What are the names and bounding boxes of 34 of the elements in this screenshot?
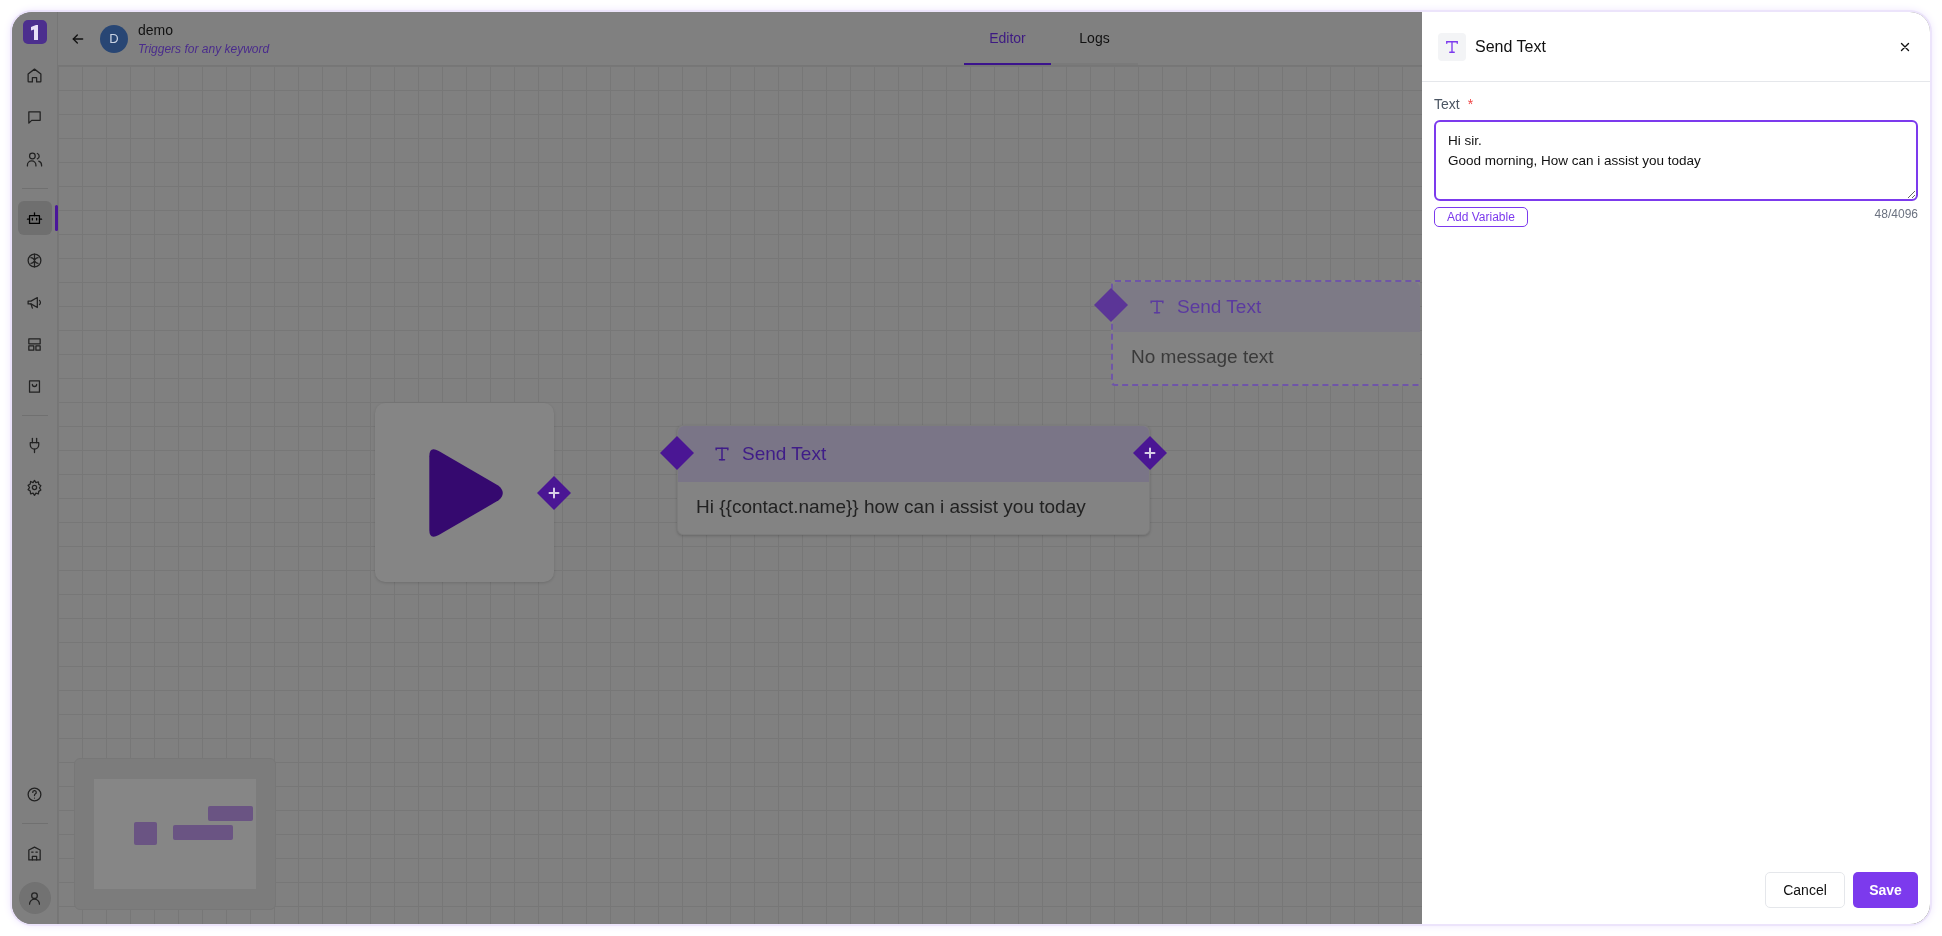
user-icon (26, 889, 43, 907)
panel-title: Send Text (1475, 37, 1547, 56)
start-node[interactable] (375, 403, 554, 582)
text-icon (712, 444, 732, 464)
field-label: Text (1434, 96, 1460, 112)
message-node[interactable]: Send Text Hi {{contact.name}} how can i assist you today (677, 425, 1150, 535)
node-title: Send Text (742, 443, 827, 465)
building-icon (26, 844, 43, 862)
app-logo-icon[interactable] (22, 20, 47, 44)
bag-icon (26, 377, 43, 395)
user-avatar[interactable] (18, 882, 51, 914)
users-icon (26, 150, 43, 168)
text-icon (1147, 297, 1167, 317)
flow-title: demo (138, 21, 175, 38)
node-title: Send Text (1177, 296, 1262, 318)
message-node[interactable]: Send Text No message text (1111, 280, 1420, 386)
settings-icon (26, 478, 43, 496)
flow-avatar: D (100, 24, 128, 53)
active-indicator (54, 205, 58, 231)
chat-icon (26, 108, 43, 126)
node-message: Hi {{contact.name}} how can i assist you today (696, 496, 1086, 517)
help-icon (26, 785, 43, 803)
bot-icon (26, 209, 43, 227)
save-button[interactable]: Save (1853, 872, 1918, 908)
character-counter: 48/4096 (1874, 207, 1918, 221)
node-message: No message text (1131, 346, 1274, 367)
layout-icon (26, 335, 43, 353)
home-icon (26, 66, 43, 84)
add-variable-button[interactable]: Add Variable (1434, 207, 1528, 227)
nav-item[interactable] (17, 201, 52, 235)
flow-subtitle: Triggers for any keyword (138, 41, 270, 56)
required-mark: * (1467, 96, 1474, 112)
cancel-button[interactable]: Cancel (1765, 872, 1845, 908)
text-input-field[interactable]: Hi sir. Good morning, How can i assist you today (1434, 120, 1918, 201)
